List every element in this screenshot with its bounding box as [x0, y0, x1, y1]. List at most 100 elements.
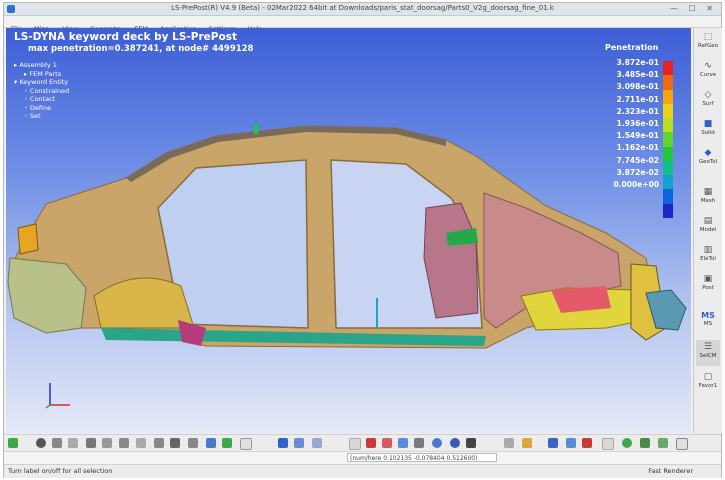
sphere-icon[interactable] [36, 438, 46, 448]
axis-triad-icon [45, 383, 70, 409]
graphics-viewport[interactable]: LS-DYNA keyword deck by LS-PrePost max p… [6, 28, 691, 433]
legend-color-swatch [663, 203, 673, 219]
tree-item-define[interactable]: ◦ Define [10, 104, 69, 113]
red2-icon[interactable] [382, 438, 392, 448]
legend-color-swatch [663, 160, 673, 176]
cube-top-icon[interactable] [154, 438, 164, 448]
cube-bottom-icon[interactable] [170, 438, 180, 448]
window-icon[interactable] [676, 438, 688, 450]
legend-color-swatch [663, 89, 673, 105]
panel-icon[interactable] [398, 438, 408, 448]
curve-button[interactable]: ∿ Curve [696, 59, 720, 85]
post-button[interactable]: ▣ Post [696, 272, 720, 298]
car-body-model[interactable] [6, 28, 691, 433]
window-controls[interactable]: — ☐ ✕ [670, 4, 717, 13]
renderer-status: Fast Renderer [648, 467, 693, 475]
arrow-green-icon[interactable] [222, 438, 232, 448]
legend-value: 2.323e-01 [616, 106, 659, 116]
legend-value: 7.745e-02 [616, 155, 659, 165]
post-icon: ▣ [703, 274, 713, 284]
blue-cube-icon[interactable] [278, 438, 288, 448]
model-button[interactable]: ▤ Model [696, 214, 720, 240]
mesh-button[interactable]: ▦ Mesh [696, 185, 720, 211]
legend-color-swatch [663, 189, 673, 205]
status-message: Turn label on/off for all selection [8, 467, 113, 475]
dropdown-icon[interactable] [240, 438, 252, 450]
grid-icon[interactable] [414, 438, 424, 448]
red-stack-icon[interactable] [582, 438, 592, 448]
cube-left-icon[interactable] [119, 438, 129, 448]
mesh-icon: ▦ [703, 187, 713, 197]
cube-shaded-icon[interactable] [52, 438, 62, 448]
blue-stack-icon[interactable] [548, 438, 558, 448]
legend-value: 1.936e-01 [616, 119, 659, 129]
blue-stack2-icon[interactable] [566, 438, 576, 448]
favor-button[interactable]: ▢ Favor1 [696, 370, 720, 396]
green-ball-icon[interactable] [622, 438, 632, 448]
legend-color-bar [663, 61, 673, 219]
sphere-blue-icon[interactable] [450, 438, 460, 448]
tree-item-fem-parts[interactable]: ▸ FEM Parts [10, 70, 69, 79]
legend-color-swatch [663, 75, 673, 91]
surface-icon: ◇ [704, 90, 712, 100]
yellow-icon[interactable] [522, 438, 532, 448]
cube-back-icon[interactable] [102, 438, 112, 448]
legend-value: 3.485e-01 [616, 70, 659, 80]
cube-wire-icon[interactable] [68, 438, 78, 448]
legend-color-swatch [663, 103, 673, 119]
legend-color-swatch [663, 132, 673, 148]
menu-bar: File Misc. View Geometry FEM Application… [4, 16, 721, 33]
legend-value: 1.162e-01 [616, 143, 659, 153]
max-penetration-text: max penetration=0.387241, at node# 44991… [28, 44, 254, 54]
gray-icon[interactable] [504, 438, 514, 448]
geotol-button[interactable]: ◆ GeoTol [696, 146, 720, 172]
legend-color-swatch [663, 61, 673, 76]
model-title: LS-DYNA keyword deck by LS-PrePost [14, 31, 237, 43]
tree-item-keyword-entity[interactable]: ▾ Keyword Entity [10, 78, 69, 87]
legend-value: 3.098e-01 [616, 82, 659, 92]
curve-icon: ∿ [704, 61, 712, 71]
title-bar[interactable]: LS-PrePost(R) V4.9 (Beta) - 02Mar2022 64… [4, 3, 721, 16]
tree-icon[interactable] [640, 438, 650, 448]
tree-item-set[interactable]: ◦ Set [10, 112, 69, 121]
legend-value: 0.000e+00 [613, 180, 659, 190]
cube-front-icon[interactable] [86, 438, 96, 448]
rotate-icon[interactable] [432, 438, 442, 448]
surf-button[interactable]: ◇ Surf [696, 88, 720, 114]
geotol-icon: ◆ [704, 148, 712, 158]
solid-button[interactable]: ■ Solid [696, 117, 720, 143]
tree-item-assembly[interactable]: ▸ Assembly 1 [10, 61, 69, 70]
tree-item-constrained[interactable]: ◦ Constrained [10, 87, 69, 96]
refgeo-button[interactable]: ⬚ RefGeo [696, 30, 720, 56]
favor-icon: ▢ [703, 372, 713, 382]
view-blue-icon[interactable] [206, 438, 216, 448]
cube-blue2-icon[interactable] [294, 438, 304, 448]
ms-button[interactable]: MS MS [696, 308, 720, 334]
right-toolbar: ⬚ RefGeo ∿ Curve ◇ Surf ■ Solid ◆ GeoTol ▦ Mes… [693, 28, 722, 433]
legend-value: 3.872e-01 [616, 58, 659, 67]
dark-icon[interactable] [466, 438, 476, 448]
box-icon[interactable] [602, 438, 614, 450]
bottom-toolbar [4, 434, 721, 451]
status-bar: Turn label on/off for all selection Fast… [4, 464, 721, 478]
solid-icon: ■ [703, 119, 713, 129]
selcm-icon: ☰ [703, 342, 713, 352]
cube-iso-icon[interactable] [188, 438, 198, 448]
cube-blue3-icon[interactable] [312, 438, 322, 448]
app-window: LS-PrePost(R) V4.9 (Beta) - 02Mar2022 64… [3, 2, 722, 478]
selcm-button[interactable]: ☰ SelCM [696, 340, 720, 366]
legend-color-swatch [663, 118, 673, 133]
tree-item-contact[interactable]: ◦ Contact [10, 95, 69, 104]
cube-right-icon[interactable] [136, 438, 146, 448]
eletol-button[interactable]: ▥ EleTol [696, 243, 720, 269]
coordinate-field[interactable]: (num/here 0.102135 -0.078404 0.512600) [347, 453, 497, 462]
legend-value: 3.872e-02 [616, 167, 659, 177]
refgeo-icon: ⬚ [703, 32, 713, 42]
command-bar: (num/here 0.102135 -0.078404 0.512600) [4, 451, 721, 464]
pick-icon[interactable] [349, 438, 361, 450]
legend-value: 1.549e-01 [616, 131, 659, 141]
legend-title: Penetration [605, 43, 659, 52]
red-icon[interactable] [366, 438, 376, 448]
green-arrow-icon[interactable] [8, 438, 18, 448]
green-box-icon[interactable] [658, 438, 668, 448]
